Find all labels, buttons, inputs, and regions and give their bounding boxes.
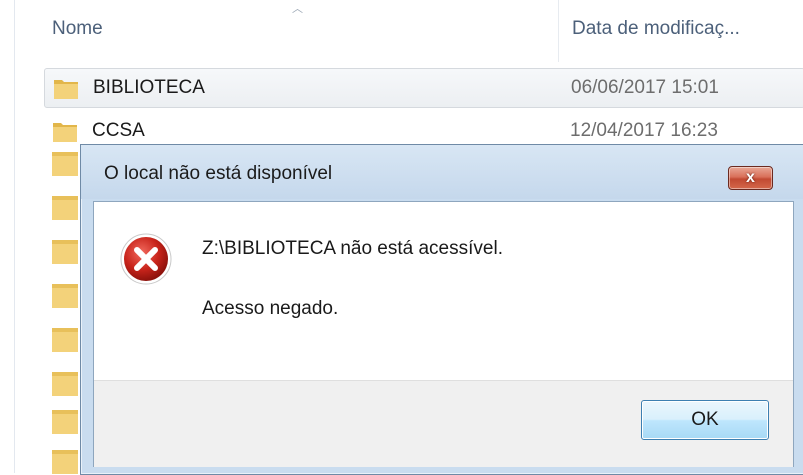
folder-icon[interactable] [52,448,78,474]
file-name: CCSA [92,120,145,141]
column-separator[interactable] [558,0,559,62]
dialog-footer: OK [94,380,793,467]
close-icon: x [746,169,755,186]
file-date: 12/04/2017 16:23 [570,120,718,141]
folder-icon[interactable] [52,194,78,220]
dialog-title: O local não está disponível [104,163,333,184]
ok-button[interactable]: OK [641,400,769,440]
folder-icon [53,123,77,142]
folder-icon[interactable] [52,408,78,434]
folder-icon [54,80,78,99]
folder-icon[interactable] [52,150,78,176]
folder-icon[interactable] [52,370,78,396]
column-header-name[interactable]: Nome [52,18,103,40]
error-detail: Acesso negado. [202,298,339,319]
column-header: ︿ Nome Data de modificaç... [30,0,803,62]
column-header-date[interactable]: Data de modificaç... [572,18,740,40]
dialog-body: Z:\BIBLIOTECA não está acessível. Acesso… [93,201,794,467]
sort-arrow-icon[interactable]: ︿ [292,0,303,16]
navigation-pane-edge [0,0,15,473]
file-name: BIBLIOTECA [93,77,205,98]
error-message: Z:\BIBLIOTECA não está acessível. [202,238,503,259]
folder-icon[interactable] [52,238,78,264]
error-dialog: O local não está disponível x Z:\BIBLIOT… [80,144,803,475]
folder-icon[interactable] [52,326,78,352]
file-date: 06/06/2017 15:01 [571,77,719,98]
file-row-biblioteca[interactable]: BIBLIOTECA 06/06/2017 15:01 [44,68,803,108]
close-button[interactable]: x [728,166,773,190]
dialog-titlebar[interactable]: O local não está disponível x [81,145,803,199]
folder-icon[interactable] [52,282,78,308]
dialog-content: Z:\BIBLIOTECA não está acessível. Acesso… [94,202,793,380]
error-icon [120,233,172,285]
